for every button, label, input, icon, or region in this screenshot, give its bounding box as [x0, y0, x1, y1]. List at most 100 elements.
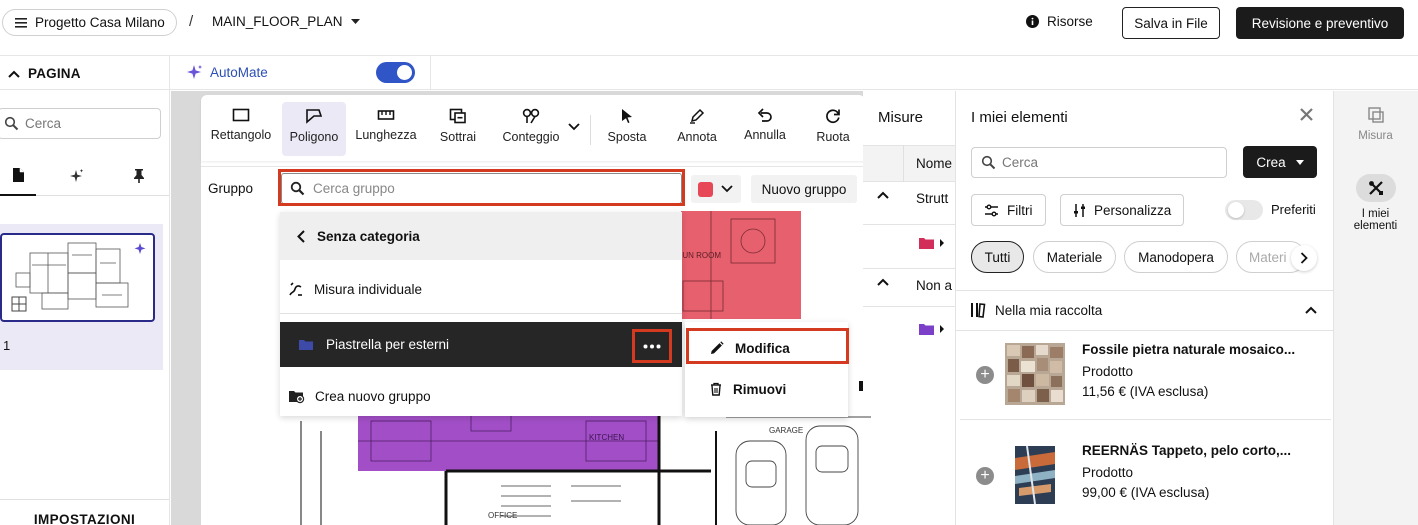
measurement-group-row[interactable]: Strutt: [916, 191, 948, 206]
settings-section-toggle[interactable]: IMPOSTAZIONI: [0, 499, 169, 525]
page-search-placeholder: Cerca: [25, 116, 62, 131]
search-icon: [981, 155, 996, 170]
dropdown-back-button[interactable]: Senza categoria: [280, 212, 682, 260]
product-image-mosaic: [1005, 343, 1065, 405]
measurement-group-row[interactable]: Non a: [916, 278, 952, 293]
room-label-kitchen: KITCHEN: [589, 433, 625, 442]
close-icon[interactable]: [1300, 108, 1313, 121]
chevron-right-icon[interactable]: [1291, 245, 1317, 271]
rail-my-items-label: I miei elementi: [1353, 208, 1398, 232]
tool-label: Annulla: [744, 128, 786, 142]
tool-subtract[interactable]: Sottrai: [428, 102, 488, 156]
plan-selector[interactable]: MAIN_FLOOR_PLAN: [212, 14, 360, 29]
page-section-toggle[interactable]: PAGINA: [8, 66, 81, 81]
rail-my-items-button[interactable]: I miei elementi: [1333, 174, 1418, 232]
adjust-icon: [1073, 203, 1086, 218]
hamburger-icon: [15, 17, 27, 28]
divider: [863, 268, 955, 269]
add-product-button[interactable]: +: [976, 467, 994, 485]
group-label: Gruppo: [208, 181, 254, 196]
rail-measure-button[interactable]: Misura: [1333, 106, 1418, 142]
tool-polygon[interactable]: Poligono: [282, 102, 346, 156]
divider: [863, 224, 955, 225]
save-to-file-button[interactable]: Salva in File: [1122, 7, 1220, 39]
group-item-outdoor-tile[interactable]: Piastrella per esterni: [280, 322, 682, 367]
product-price: 11,56 € (IVA esclusa): [1082, 384, 1209, 399]
group-color-picker[interactable]: [691, 175, 741, 203]
customize-label: Personalizza: [1094, 202, 1172, 218]
product-card[interactable]: + REERNÄS Tappeto, pelo corto,... Prodot…: [960, 434, 1331, 518]
folder-icon[interactable]: [918, 322, 946, 336]
undo-icon: [757, 108, 773, 122]
tool-label: Poligono: [289, 130, 339, 144]
filter-chip-labor[interactable]: Manodopera: [1124, 241, 1228, 273]
tab-pages[interactable]: [0, 156, 36, 196]
tool-move[interactable]: Sposta: [599, 102, 655, 156]
tab-ai[interactable]: [58, 156, 94, 196]
automate-toggle[interactable]: [376, 62, 415, 83]
left-panel-tabs: [0, 156, 169, 196]
folder-icon[interactable]: [918, 236, 946, 250]
items-search-input[interactable]: Cerca: [971, 147, 1227, 178]
collection-icon: [971, 302, 986, 318]
tool-length[interactable]: Lunghezza: [350, 102, 422, 156]
highlight-box: [278, 169, 685, 206]
product-card[interactable]: + Fossile pietra naturale mosaico... Pro…: [960, 333, 1331, 417]
subtract-icon: [449, 108, 467, 124]
room-label-office: OFFICE: [488, 511, 518, 520]
group-item-individual-measure[interactable]: Misura individuale: [280, 278, 682, 300]
automate-label: AutoMate: [210, 65, 268, 80]
tool-annotate[interactable]: Annota: [669, 102, 725, 156]
room-label-sun-room: SUN ROOM: [677, 251, 721, 260]
product-type: Prodotto: [1082, 364, 1134, 379]
tab-pinned[interactable]: [121, 156, 157, 196]
tool-label: Lunghezza: [355, 128, 417, 142]
tool-label: Annota: [677, 130, 717, 144]
info-icon: [1026, 15, 1039, 28]
floor-plan-thumbnail: [11, 242, 146, 312]
chevron-up-icon[interactable]: [877, 278, 889, 286]
collection-section-header[interactable]: Nella mia raccolta: [971, 302, 1317, 318]
group-item-label: Misura individuale: [314, 281, 423, 297]
create-button[interactable]: Crea: [1243, 146, 1317, 178]
folder-plus-icon: [288, 388, 305, 404]
page-search-input[interactable]: Cerca: [0, 108, 161, 139]
favorites-toggle[interactable]: [1225, 200, 1263, 220]
resources-button[interactable]: Risorse: [1026, 14, 1093, 29]
customize-button[interactable]: Personalizza: [1060, 194, 1185, 226]
tool-rotate[interactable]: Ruota: [805, 102, 861, 156]
filter-chip-material[interactable]: Materiale: [1033, 241, 1116, 273]
chevron-up-icon[interactable]: [877, 191, 889, 199]
filter-chip-all[interactable]: Tutti: [971, 241, 1024, 273]
tool-undo[interactable]: Annulla: [737, 102, 793, 156]
new-group-button[interactable]: Nuovo gruppo: [751, 175, 857, 203]
project-menu-button[interactable]: Progetto Casa Milano: [2, 9, 177, 36]
create-new-group-button[interactable]: Crea nuovo gruppo: [280, 384, 682, 408]
page-thumbnail[interactable]: [0, 233, 155, 322]
measure-icon: [288, 281, 304, 297]
measurements-title: Misure: [878, 109, 924, 126]
chevron-up-icon: [1305, 306, 1317, 314]
tool-label: Sposta: [607, 130, 647, 144]
remove-group-button[interactable]: Rimuovi: [685, 378, 848, 400]
group-more-options-button[interactable]: [632, 329, 672, 363]
rotate-icon: [825, 108, 841, 124]
filters-button[interactable]: Filtri: [971, 194, 1046, 226]
pointer-icon: [620, 108, 634, 124]
more-tools-chevron-icon[interactable]: [568, 123, 580, 131]
pin-icon: [133, 168, 145, 184]
tool-count[interactable]: Conteggio: [495, 102, 567, 156]
side-rail: [1333, 91, 1418, 525]
add-product-button[interactable]: +: [976, 366, 994, 384]
column-header-name: Nome: [916, 156, 953, 171]
filters-label: Filtri: [1007, 202, 1033, 218]
tool-rectangle[interactable]: Rettangolo: [205, 102, 277, 156]
review-and-quote-button[interactable]: Revisione e preventivo: [1236, 7, 1404, 39]
divider: [590, 115, 591, 145]
product-image-rug: [1005, 444, 1065, 506]
group-item-label: Crea nuovo gruppo: [315, 388, 431, 404]
more-horizontal-icon: [643, 344, 661, 349]
tool-label: Rettangolo: [210, 128, 272, 142]
highlight-box: [686, 328, 849, 364]
breadcrumb-separator: /: [189, 13, 194, 30]
